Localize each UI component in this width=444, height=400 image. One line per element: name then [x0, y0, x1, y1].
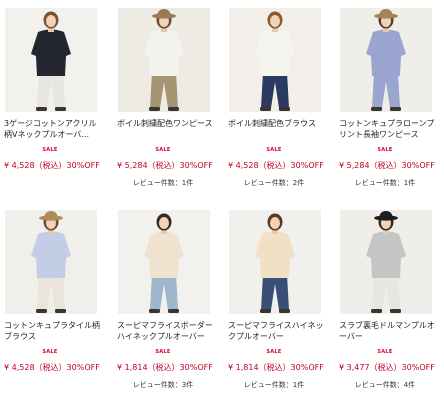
sale-badge: SALE: [155, 147, 171, 153]
product-photo[interactable]: [229, 210, 321, 314]
product-name[interactable]: ボイル刺繍配色ワンピース: [117, 118, 213, 129]
product-grid: 3ゲージコットンアクリル 柄Vネックプルオーバ... SALE ¥ 4,528（…: [0, 0, 444, 400]
model-figure: [229, 8, 321, 112]
product-price: ¥ 5,284（税込）30%OFF: [339, 161, 435, 170]
product-name[interactable]: スラブ裏毛ドルマンプルオ ーバー: [339, 320, 435, 342]
product-photo[interactable]: [118, 8, 210, 112]
sale-badge: SALE: [42, 147, 58, 153]
sale-badge: SALE: [155, 349, 171, 355]
sale-badge: SALE: [377, 349, 393, 355]
model-figure: [118, 210, 210, 314]
review-count[interactable]: レビュー件数：2件: [224, 178, 324, 188]
review-count[interactable]: レビュー件数：3件: [113, 380, 213, 390]
review-count[interactable]: レビュー件数：1件: [113, 178, 213, 188]
product-price: ¥ 4,528（税込）30%OFF: [4, 363, 100, 372]
product-price: ¥ 3,477（税込）30%OFF: [339, 363, 435, 372]
product-name[interactable]: コットンキュプラローンプ リント長袖ワンピース: [339, 118, 435, 140]
model-figure: [118, 8, 210, 112]
product-name[interactable]: スーピマフライスハイネッ クプルオーバー: [228, 320, 324, 342]
sale-badge: SALE: [42, 349, 58, 355]
product-name[interactable]: スーピマフライスボーダー ハイネックプルオーバー: [117, 320, 213, 342]
product-photo[interactable]: [5, 8, 97, 112]
model-figure: [229, 210, 321, 314]
product-price: ¥ 4,528（税込）30%OFF: [228, 161, 324, 170]
review-count[interactable]: レビュー件数：1件: [224, 380, 324, 390]
product-price: ¥ 1,814（税込）30%OFF: [117, 363, 213, 372]
sale-badge: SALE: [266, 147, 282, 153]
product-photo[interactable]: [5, 210, 97, 314]
product-name[interactable]: 3ゲージコットンアクリル 柄Vネックプルオーバ...: [4, 118, 100, 140]
product-photo[interactable]: [229, 8, 321, 112]
product-price: ¥ 1,814（税込）30%OFF: [228, 363, 324, 372]
model-figure: [340, 210, 432, 314]
sale-badge: SALE: [266, 349, 282, 355]
model-figure: [5, 210, 97, 314]
review-count[interactable]: レビュー件数：1件: [335, 178, 435, 188]
product-photo[interactable]: [340, 8, 432, 112]
product-name[interactable]: ボイル刺繍配色ブラウス: [228, 118, 324, 129]
product-price: ¥ 5,284（税込）30%OFF: [117, 161, 213, 170]
model-figure: [340, 8, 432, 112]
product-name[interactable]: コットンキュプラタイル柄 ブラウス: [4, 320, 100, 342]
sale-badge: SALE: [377, 147, 393, 153]
product-photo[interactable]: [118, 210, 210, 314]
product-photo[interactable]: [340, 210, 432, 314]
model-figure: [5, 8, 97, 112]
product-price: ¥ 4,528（税込）30%OFF: [4, 161, 100, 170]
review-count[interactable]: レビュー件数：4件: [335, 380, 435, 390]
